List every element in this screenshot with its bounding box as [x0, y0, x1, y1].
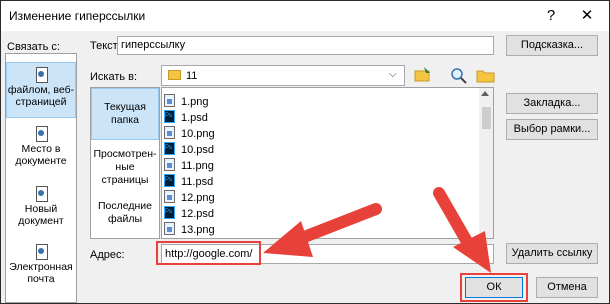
annotation-arrows [263, 187, 491, 273]
arrow-to-address [263, 203, 382, 257]
arrow-to-ok [433, 187, 491, 273]
hyperlink-dialog: Изменение гиперссылки ? ✕ Связать с: фай… [0, 0, 610, 304]
